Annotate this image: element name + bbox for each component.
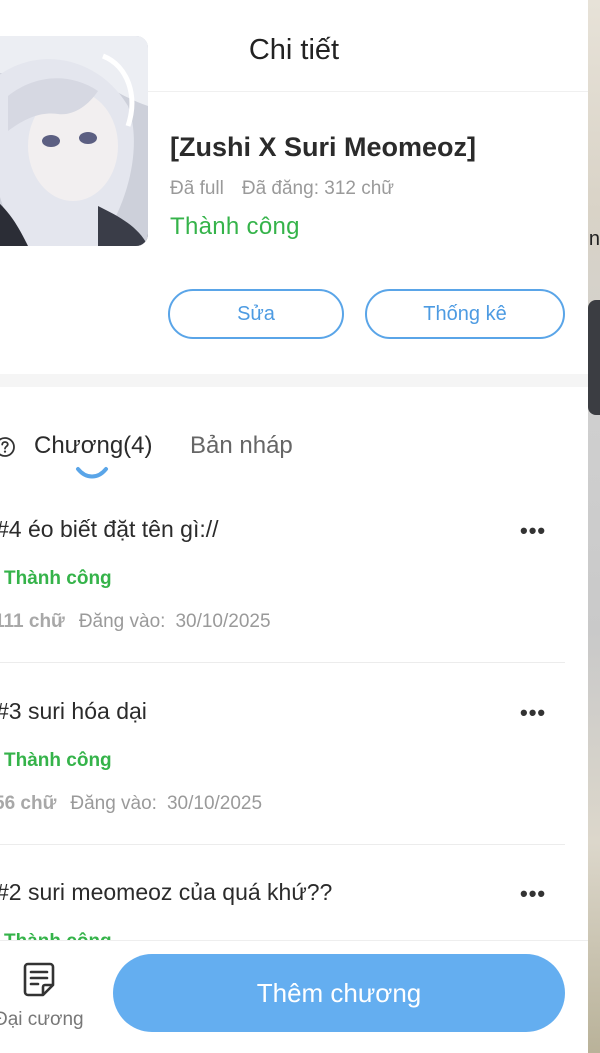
stats-button[interactable]: Thống kê [365,289,565,339]
edit-button[interactable]: Sửa [168,289,344,339]
background-app-strip: n [588,0,600,1053]
chapter-meta: 56 chữ Đăng vào: 30/10/2025 [0,793,262,815]
story-meta: Đã full Đã đăng: 312 chữ [170,178,394,200]
chapter-divider [0,662,565,663]
more-options-icon[interactable]: ••• [520,518,546,544]
chapter-posted-label: Đăng vào: [78,611,166,632]
story-title: [Zushi X Suri Meomeoz] [170,132,477,162]
chapter-status: Thành công [4,750,112,771]
background-dark-shape [588,300,600,415]
outline-label[interactable]: Đại cương [0,1009,84,1031]
chapter-title: #3 suri hóa dại [0,698,147,724]
add-chapter-button[interactable]: Thêm chương [113,954,565,1032]
chapter-divider [0,844,565,845]
chapter-date: 30/10/2025 [166,793,263,814]
chapter-meta: 111 chữ Đăng vào: 30/10/2025 [0,611,271,633]
story-status: Thành công [170,213,300,240]
chapter-posted-label: Đăng vào: [70,793,157,814]
chapter-title: #2 suri meomeoz của quá khứ?? [0,879,333,905]
bottom-action-bar: Đại cương Thêm chương [0,940,588,1053]
story-word-count: Đã đăng: 312 chữ [241,178,395,199]
more-options-icon[interactable]: ••• [520,881,546,907]
active-tab-indicator [76,467,108,479]
tab-bar: Chương(4) Bản nháp [0,430,588,490]
tab-drafts[interactable]: Bản nháp [190,432,293,460]
story-completion: Đã full [170,178,224,199]
tab-chapters[interactable]: Chương(4) [34,432,153,460]
chapter-word-count: 111 chữ [0,611,65,632]
background-glyph: n [588,228,600,250]
section-divider [0,374,588,387]
story-cover-image[interactable] [0,36,148,246]
question-circle-icon[interactable] [0,436,16,458]
more-options-icon[interactable]: ••• [520,700,546,726]
story-detail-screen: Chi tiết [Zushi X Suri Meomeoz] Đã full Đ… [0,0,588,1053]
chapter-title: #4 éo biết đặt tên gì:// [0,516,219,542]
chapter-date: 30/10/2025 [175,611,271,632]
outline-document-icon[interactable] [22,961,56,997]
chapter-word-count: 56 chữ [0,793,57,814]
chapter-status: Thành công [4,568,112,589]
